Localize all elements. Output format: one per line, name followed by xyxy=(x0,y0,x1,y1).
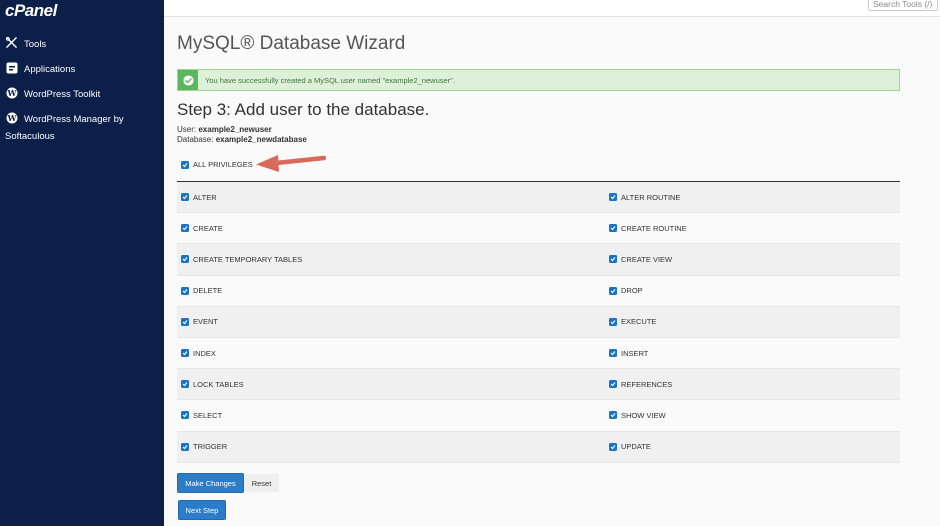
sidebar-item-applications[interactable]: Applications xyxy=(0,61,164,78)
privilege-label: REFERENCES xyxy=(621,379,673,389)
database-label: Database: xyxy=(177,135,214,144)
privilege-checkbox[interactable]: ALTER ROUTINE xyxy=(609,193,889,202)
checkbox-checked-icon[interactable] xyxy=(181,317,189,326)
cpanel-logo[interactable]: cPanel xyxy=(5,1,57,21)
privilege-label: INDEX xyxy=(193,348,216,358)
privilege-checkbox[interactable]: CREATE TEMPORARY TABLES xyxy=(181,255,613,264)
privilege-label: ALTER xyxy=(193,192,217,202)
privilege-checkbox[interactable]: DROP xyxy=(609,286,889,295)
privilege-checkbox[interactable]: ALTER xyxy=(181,193,613,202)
sidebar-item-label: Softaculous xyxy=(5,131,55,142)
success-alert: You have successfully created a MySQL us… xyxy=(177,69,900,91)
tools-icon xyxy=(5,36,18,49)
sidebar-item-label: Tools xyxy=(24,39,47,50)
privilege-checkbox[interactable]: CREATE VIEW xyxy=(609,255,889,264)
checkbox-checked-icon[interactable] xyxy=(181,224,189,233)
check-circle-icon xyxy=(178,70,198,90)
table-row: EVENT EXECUTE xyxy=(177,306,900,338)
user-label: User: xyxy=(177,125,197,134)
checkbox-checked-icon[interactable] xyxy=(181,160,189,169)
checkbox-checked-icon[interactable] xyxy=(181,380,189,389)
privilege-label: SHOW VIEW xyxy=(621,410,666,420)
table-row: CREATE TEMPORARY TABLES CREATE VIEW xyxy=(177,244,900,276)
sidebar: cPanel Tools Applications W WordPress To… xyxy=(0,0,164,526)
checkbox-checked-icon[interactable] xyxy=(181,193,189,202)
checkbox-checked-icon[interactable] xyxy=(181,411,189,420)
privilege-checkbox[interactable]: EXECUTE xyxy=(609,317,889,326)
privilege-label: TRIGGER xyxy=(193,442,228,452)
all-privileges-checkbox[interactable]: ALL PRIVILEGES xyxy=(181,160,253,169)
step-title: Step 3: Add user to the database. xyxy=(177,100,430,119)
svg-text:W: W xyxy=(6,113,17,123)
privilege-checkbox[interactable]: EVENT xyxy=(181,317,613,326)
table-row: LOCK TABLES REFERENCES xyxy=(177,369,900,401)
table-row: ALTER ALTER ROUTINE xyxy=(177,182,900,214)
privilege-checkbox[interactable]: REFERENCES xyxy=(609,380,889,389)
checkbox-label: ALL PRIVILEGES xyxy=(193,160,253,169)
sidebar-item-label: Applications xyxy=(24,64,76,75)
privilege-checkbox[interactable]: LOCK TABLES xyxy=(181,380,613,389)
page-title: MySQL® Database Wizard xyxy=(177,33,406,54)
privilege-label: CREATE ROUTINE xyxy=(621,223,687,233)
sidebar-item-wordpress-manager[interactable]: W WordPress Manager by Softaculous xyxy=(0,111,164,142)
privilege-label: DELETE xyxy=(193,286,223,296)
privilege-checkbox[interactable]: TRIGGER xyxy=(181,442,613,451)
checkbox-checked-icon[interactable] xyxy=(181,286,189,295)
checkbox-checked-icon[interactable] xyxy=(181,349,189,358)
reset-button[interactable]: Reset xyxy=(244,474,279,492)
make-changes-button[interactable]: Make Changes xyxy=(177,473,244,493)
table-row: DELETE DROP xyxy=(177,275,900,307)
wordpress-icon: W xyxy=(5,111,18,124)
privilege-label: CREATE VIEW xyxy=(621,254,673,264)
user-info: User: example2_newuser xyxy=(177,125,272,134)
privilege-label: CREATE TEMPORARY TABLES xyxy=(193,254,303,264)
wordpress-icon: W xyxy=(5,86,18,99)
applications-icon xyxy=(5,61,18,74)
privilege-checkbox[interactable]: INSERT xyxy=(609,349,889,358)
sidebar-item-label: WordPress Toolkit xyxy=(24,89,101,100)
checkbox-checked-icon[interactable] xyxy=(181,255,189,264)
database-value: example2_newdatabase xyxy=(215,135,307,144)
privilege-label: LOCK TABLES xyxy=(193,379,244,389)
table-row: CREATE CREATE ROUTINE xyxy=(177,213,900,245)
table-row: INDEX INSERT xyxy=(177,337,900,370)
user-value: example2_newuser xyxy=(198,125,272,134)
privilege-label: EVENT xyxy=(193,317,219,327)
search-input[interactable]: Search Tools (/) xyxy=(868,0,938,11)
privilege-label: DROP xyxy=(621,286,643,296)
top-bar: Search Tools (/) xyxy=(164,0,940,17)
privilege-checkbox[interactable]: SELECT xyxy=(181,411,613,420)
arrow-annotation-icon xyxy=(256,155,326,172)
privilege-label: CREATE xyxy=(193,223,223,233)
table-row: SELECT SHOW VIEW xyxy=(177,400,900,432)
privilege-checkbox[interactable]: INDEX xyxy=(181,349,613,358)
privilege-checkbox[interactable]: CREATE ROUTINE xyxy=(609,224,889,233)
svg-text:W: W xyxy=(6,88,17,98)
privilege-label: UPDATE xyxy=(621,442,651,452)
sidebar-item-label: WordPress Manager by xyxy=(24,114,124,125)
checkbox-checked-icon[interactable] xyxy=(181,442,189,451)
privilege-label: SELECT xyxy=(193,410,223,420)
privilege-checkbox[interactable]: CREATE xyxy=(181,224,613,233)
alert-message: You have successfully created a MySQL us… xyxy=(205,75,455,85)
sidebar-item-wordpress-toolkit[interactable]: W WordPress Toolkit xyxy=(0,86,164,103)
sidebar-item-tools[interactable]: Tools xyxy=(0,36,164,53)
privilege-checkbox[interactable]: SHOW VIEW xyxy=(609,411,889,420)
privilege-checkbox[interactable]: UPDATE xyxy=(609,442,889,451)
main-content: MySQL® Database Wizard You have successf… xyxy=(164,17,940,526)
privileges-table: ALTER ALTER ROUTINE CREATE CREATE ROUTINE CR… xyxy=(177,181,900,463)
database-info: Database: example2_newdatabase xyxy=(177,135,307,144)
privilege-checkbox[interactable]: DELETE xyxy=(181,286,613,295)
table-row: TRIGGER UPDATE xyxy=(177,431,900,463)
privilege-label: EXECUTE xyxy=(621,317,657,327)
privilege-label: INSERT xyxy=(621,348,649,358)
privilege-label: ALTER ROUTINE xyxy=(621,192,681,202)
next-step-button[interactable]: Next Step xyxy=(178,500,226,520)
